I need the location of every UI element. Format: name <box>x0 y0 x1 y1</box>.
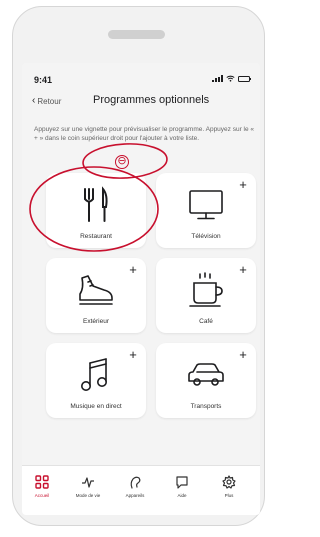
card-exterieur[interactable]: + Extérieur <box>46 258 146 333</box>
status-icons <box>212 75 251 82</box>
card-label: Télévision <box>191 233 221 240</box>
tab-appareils[interactable]: Appareils <box>115 475 155 498</box>
shoe-icon <box>79 275 113 305</box>
tab-label: Aide <box>177 493 187 498</box>
card-musique-en-direct[interactable]: + Musique en direct <box>46 343 146 418</box>
status-bar: 9:41 <box>22 63 260 89</box>
phone-speaker <box>108 30 165 39</box>
nav-header: ‹ Retour Programmes optionnels <box>22 91 260 113</box>
tab-aide[interactable]: Aide <box>162 475 202 498</box>
add-button[interactable]: + <box>126 263 140 277</box>
card-label: Café <box>199 318 213 325</box>
signal-icon <box>212 75 223 82</box>
pulse-icon <box>82 477 94 488</box>
grid-icon <box>35 475 49 489</box>
card-restaurant[interactable]: Restaurant <box>46 173 146 248</box>
card-cafe[interactable]: + Café <box>156 258 256 333</box>
card-label: Transports <box>190 403 222 410</box>
add-button[interactable]: + <box>236 178 250 192</box>
coffee-cup-icon <box>189 272 223 307</box>
battery-icon <box>238 75 251 82</box>
chevron-left-icon: ‹ <box>32 95 36 106</box>
add-button[interactable]: + <box>126 348 140 362</box>
card-label: Restaurant <box>80 233 112 240</box>
tab-label: Plus <box>224 493 234 498</box>
back-label: Retour <box>37 96 62 106</box>
instructions-text: Appuyez sur une vignette pour prévisuali… <box>34 126 255 142</box>
fork-knife-icon <box>84 186 108 222</box>
hearing-aid-icon <box>130 476 141 489</box>
card-label: Extérieur <box>82 318 109 325</box>
tab-label: Accueil <box>34 493 50 498</box>
status-time: 9:41 <box>34 75 53 85</box>
card-television[interactable]: + Télévision <box>156 173 256 248</box>
wifi-icon <box>226 75 235 82</box>
tab-bar: Accueil Mode de vie Appareils Aide Plus <box>22 465 260 515</box>
back-button[interactable]: ‹ Retour <box>32 96 61 106</box>
remove-button[interactable]: ⊖ <box>115 155 129 169</box>
car-icon <box>188 363 224 386</box>
gear-icon <box>222 475 236 489</box>
page-title: Programmes optionnels <box>93 94 210 106</box>
add-button[interactable]: + <box>236 348 250 362</box>
chat-bubble-icon <box>176 476 188 489</box>
tab-accueil[interactable]: Accueil <box>22 475 62 498</box>
tab-label: Appareils <box>125 493 145 498</box>
card-transports[interactable]: + Transports <box>156 343 256 418</box>
television-icon <box>189 190 223 220</box>
app-screen: 9:41 ‹ Retour Programmes optionnels Appu… <box>22 63 260 515</box>
music-note-icon <box>81 358 107 391</box>
tab-mode-de-vie[interactable]: Mode de vie <box>68 475 108 498</box>
add-button[interactable]: + <box>236 263 250 277</box>
tab-plus[interactable]: Plus <box>209 475 249 498</box>
card-label: Musique en direct <box>70 403 122 410</box>
tab-label: Mode de vie <box>75 493 101 498</box>
